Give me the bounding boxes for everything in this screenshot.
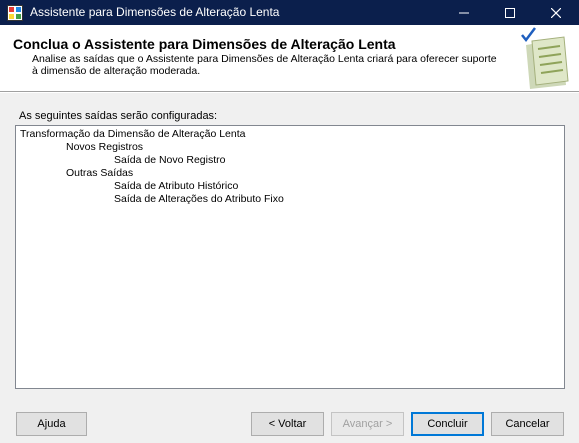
outputs-intro-label: As seguintes saídas serão configuradas:	[19, 110, 218, 122]
app-icon	[7, 5, 23, 21]
maximize-icon	[505, 7, 515, 18]
header-separator	[0, 91, 579, 93]
back-button[interactable]: < Voltar	[251, 412, 324, 436]
wizard-header: Conclua o Assistente para Dimensões de A…	[0, 25, 579, 91]
help-button[interactable]: Ajuda	[16, 412, 87, 436]
tree-item-new-record-output: Saída de Novo Registro	[114, 154, 226, 166]
tree-item-fixed-attribute-changes-output: Saída de Alterações do Atributo Fixo	[114, 193, 284, 205]
page-description: Analise as saídas que o Assistente para …	[32, 53, 497, 77]
close-button[interactable]	[533, 0, 579, 25]
next-button[interactable]: Avançar >	[331, 412, 404, 436]
cancel-button[interactable]: Cancelar	[491, 412, 564, 436]
tree-group-other-outputs: Outras Saídas	[66, 167, 134, 179]
page-title: Conclua o Assistente para Dimensões de A…	[13, 36, 396, 52]
tree-item-historical-attribute-output: Saída de Atributo Histórico	[114, 180, 239, 192]
window-title: Assistente para Dimensões de Alteração L…	[30, 5, 280, 19]
outputs-tree[interactable]: Transformação da Dimensão de Alteração L…	[15, 125, 565, 389]
finish-button[interactable]: Concluir	[411, 412, 484, 436]
close-icon	[551, 7, 561, 18]
minimize-icon	[459, 12, 469, 13]
tree-group-new-records: Novos Registros	[66, 141, 144, 153]
minimize-button[interactable]	[441, 0, 487, 25]
tree-root: Transformação da Dimensão de Alteração L…	[20, 128, 246, 140]
maximize-button[interactable]	[487, 0, 533, 25]
wizard-checklist-icon	[521, 27, 569, 89]
title-bar: Assistente para Dimensões de Alteração L…	[0, 0, 579, 25]
